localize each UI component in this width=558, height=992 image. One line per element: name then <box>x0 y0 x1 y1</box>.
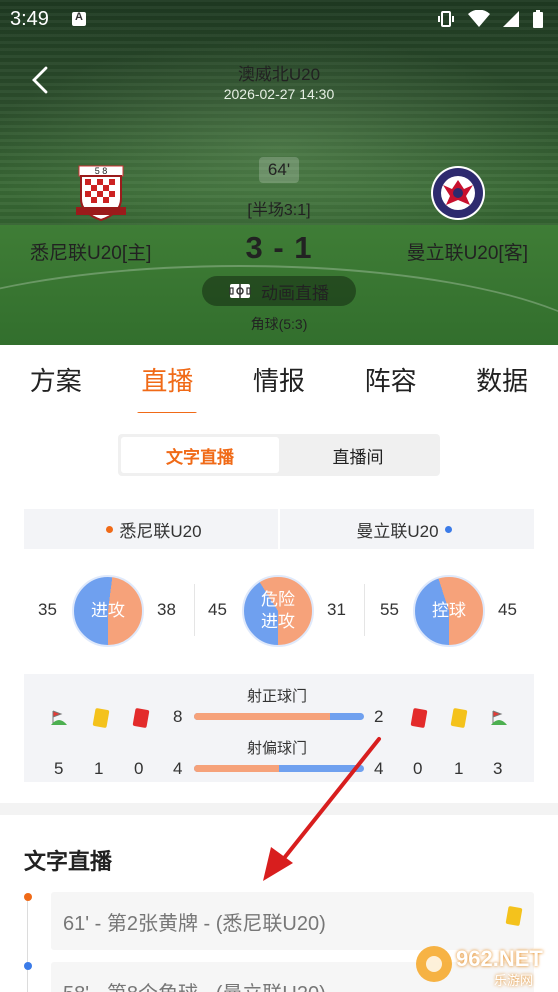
wifi-icon <box>468 10 490 27</box>
on-target-bar <box>194 713 364 720</box>
watermark-text: 962.NET <box>456 946 543 971</box>
home-badge-text: 5 8 <box>94 166 108 176</box>
live-mode-toggle: 文字直播 直播间 <box>118 434 440 476</box>
danger-attack-stat: 45 危险 进攻 31 <box>196 572 366 650</box>
possession-stat: 55 控球 45 <box>366 572 536 650</box>
watermark-subtext: 乐游网 <box>494 973 534 988</box>
text-live-tab[interactable]: 文字直播 <box>121 437 279 473</box>
signal-icon <box>503 11 519 27</box>
home-red-card-icon <box>132 707 150 729</box>
away-corner-flag-icon <box>491 710 507 725</box>
home-corners-count: 5 <box>54 759 64 778</box>
live-event-text: 58' - 第8个角球 - (曼立联U20) <box>63 977 326 992</box>
tab-plan[interactable]: 方案 <box>26 361 86 398</box>
status-icons <box>436 9 544 29</box>
danger-attack-ring: 危险 进攻 <box>242 575 314 647</box>
home-yellow-count: 1 <box>94 759 104 778</box>
danger-attack-label: 危险 进攻 <box>261 590 295 631</box>
attack-away-value: 38 <box>157 600 176 619</box>
stat-rings: 35 进攻 38 45 危险 进攻 31 55 控球 45 <box>24 572 534 650</box>
status-time: 3:49 <box>10 8 49 30</box>
attack-stat: 35 进攻 38 <box>24 572 194 650</box>
team-legend: 悉尼联U20 曼立联U20 <box>24 509 534 549</box>
on-target-home-fill <box>194 713 330 720</box>
main-tabs: 方案 直播 情报 阵容 数据 <box>0 345 558 416</box>
home-corner-flag-icon <box>51 710 67 725</box>
annotation-arrow-icon <box>263 737 381 881</box>
possession-home-value: 55 <box>380 600 399 619</box>
on-target-home: 8 <box>173 707 183 726</box>
yellow-card-icon <box>505 905 523 927</box>
danger-attack-away-value: 31 <box>327 600 346 619</box>
match-datetime: 2026-02-27 14:30 <box>223 86 335 102</box>
battery-icon <box>533 10 543 28</box>
tab-intel[interactable]: 情报 <box>249 361 309 398</box>
attack-ring: 进攻 <box>72 575 144 647</box>
notification-icon <box>72 11 86 26</box>
away-red-count: 0 <box>413 759 423 778</box>
home-legend: 悉尼联U20 <box>24 509 278 549</box>
on-target-label: 射正球门 <box>247 688 308 705</box>
attack-label: 进攻 <box>91 601 125 620</box>
home-legend-name: 悉尼联U20 <box>119 521 202 541</box>
timeline-dot-home <box>24 893 32 901</box>
home-red-count: 0 <box>134 759 144 778</box>
match-minute: 64' <box>259 157 299 183</box>
league-title: 澳威北U20 <box>237 65 321 84</box>
watermark-logo: 962.NET 乐游网 <box>414 942 554 988</box>
status-bar: 3:49 <box>0 0 558 40</box>
tab-data[interactable]: 数据 <box>472 361 532 398</box>
text-live-title: 文字直播 <box>24 849 113 874</box>
live-event-text: 61' - 第2张黄牌 - (悉尼联U20) <box>63 912 326 935</box>
home-color-dot <box>106 525 114 533</box>
pitch-icon <box>229 284 251 298</box>
away-corners-count: 3 <box>493 759 503 778</box>
timeline-dot-away <box>24 962 32 970</box>
attack-home-value: 35 <box>38 600 57 619</box>
timeline-line <box>27 900 28 992</box>
away-yellow-card-icon <box>450 707 468 729</box>
live-room-tab[interactable]: 直播间 <box>279 437 437 473</box>
away-yellow-count: 1 <box>454 759 464 778</box>
divider <box>194 584 195 636</box>
danger-attack-home-value: 45 <box>208 600 227 619</box>
possession-away-value: 45 <box>498 600 517 619</box>
corner-count: 角球(5:3) <box>250 316 308 332</box>
tab-live[interactable]: 直播 <box>137 361 198 416</box>
on-target-away: 2 <box>374 707 384 726</box>
animation-live-button[interactable]: 动画直播 <box>202 276 356 306</box>
divider <box>364 584 365 636</box>
possession-ring: 控球 <box>413 575 485 647</box>
away-team-name[interactable]: 曼立联U20[客] <box>407 238 528 265</box>
home-yellow-card-icon <box>92 707 110 729</box>
possession-label: 控球 <box>432 601 466 620</box>
away-legend-name: 曼立联U20 <box>356 521 439 541</box>
tab-lineup[interactable]: 阵容 <box>361 361 421 398</box>
vibrate-icon <box>438 11 454 27</box>
off-target-home: 4 <box>173 759 183 778</box>
halftime-score: [半场3:1] <box>247 202 311 219</box>
away-color-dot <box>444 525 452 533</box>
animation-live-label: 动画直播 <box>261 283 329 303</box>
away-red-card-icon <box>410 707 428 729</box>
away-legend: 曼立联U20 <box>280 509 534 549</box>
